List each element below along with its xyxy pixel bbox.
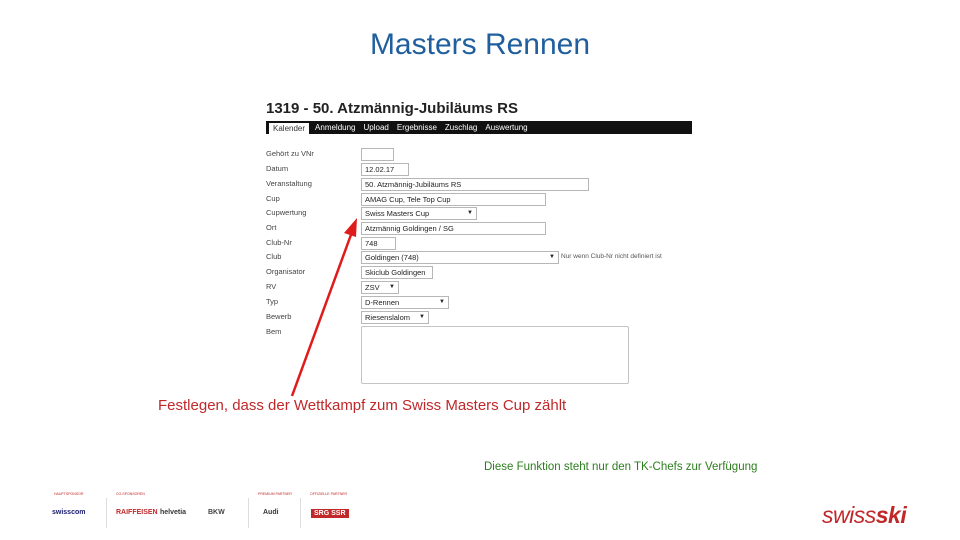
datum-input[interactable]: 12.02.17 [361,163,409,176]
row-rv: RV ZSV ▼ [266,281,692,294]
veranstaltung-input[interactable]: 50. Atzmännig-Jubiläums RS [361,178,589,191]
gehoert-zu-vnr-label: Gehört zu VNr [266,149,314,158]
cupwertung-label: Cupwertung [266,208,307,217]
sponsor-caption-official: OFFIZIELLE PARTNER [310,492,348,496]
row-gehoert-zu-vnr: Gehört zu VNr [266,148,692,161]
tab-bar: Kalender Anmeldung Upload Ergebnisse Zus… [266,121,692,134]
rv-value: ZSV [365,283,380,292]
typ-label: Typ [266,297,279,306]
chevron-down-icon: ▼ [389,284,395,290]
chevron-down-icon: ▼ [419,314,425,320]
chevron-down-icon: ▼ [439,299,445,305]
row-cup: Cup AMAG Cup, Tele Top Cup [266,193,692,206]
club-nr-label: Club-Nr [266,238,292,247]
organisator-input[interactable]: Skiclub Goldingen [361,266,433,279]
typ-select[interactable]: D-Rennen ▼ [361,296,449,309]
srg-ssr-logo: SRG SSR [311,509,349,518]
bewerb-value: Riesenslalom [365,313,411,322]
raiffeisen-logo: RAIFFEISEN [116,509,158,516]
row-club: Club Goldingen (748) ▼ Nur wenn Club-Nr … [266,251,692,264]
sponsor-divider [106,498,107,528]
chevron-down-icon: ▼ [467,210,473,216]
cup-input[interactable]: AMAG Cup, Tele Top Cup [361,193,546,206]
club-value: Goldingen (748) [365,253,419,262]
sponsor-bar: HAUPTSPONSOR CO-SPONSOREN PREMIUM PARTNE… [0,492,700,532]
sponsor-caption-premium: PREMIUM PARTNER [258,492,292,496]
cupwertung-value: Swiss Masters Cup [365,209,430,218]
bem-label: Bem [266,327,282,336]
tab-kalender[interactable]: Kalender [269,122,310,134]
sponsor-divider [248,498,249,528]
sponsor-caption-main: HAUPTSPONSOR [54,492,84,496]
row-bewerb: Bewerb Riesenslalom ▼ [266,311,692,324]
club-label: Club [266,252,282,261]
datum-label: Datum [266,164,289,173]
sponsor-divider [300,498,301,528]
row-organisator: Organisator Skiclub Goldingen [266,266,692,279]
tab-anmeldung[interactable]: Anmeldung [311,121,359,134]
annotation-text: Festlegen, dass der Wettkampf zum Swiss … [158,397,567,414]
bkw-logo: BKW [208,509,225,516]
brand-prefix: swiss [822,502,876,528]
typ-value: D-Rennen [365,298,400,307]
row-typ: Typ D-Rennen ▼ [266,296,692,309]
organisator-label: Organisator [266,267,306,276]
sponsor-caption-co: CO-SPONSOREN [116,492,145,496]
audi-logo: Audi [263,509,279,516]
form-screenshot: 1319 - 50. Atzmännig-Jubiläums RS Kalend… [266,100,692,385]
slide-title: Masters Rennen [369,28,591,61]
tab-ergebnisse[interactable]: Ergebnisse [393,121,441,134]
club-select[interactable]: Goldingen (748) ▼ [361,251,559,264]
tab-zuschlag[interactable]: Zuschlag [441,121,481,134]
row-ort: Ort Atzmännig Goldingen / SG [266,222,692,235]
veranstaltung-label: Veranstaltung [266,179,312,188]
cupwertung-select[interactable]: Swiss Masters Cup ▼ [361,207,477,220]
swisscom-logo: swisscom [52,509,86,516]
bewerb-label: Bewerb [266,312,292,321]
chevron-down-icon: ▼ [549,254,555,260]
ort-input[interactable]: Atzmännig Goldingen / SG [361,222,546,235]
brand-suffix: ski [875,502,907,528]
tab-upload[interactable]: Upload [360,121,393,134]
form-heading: 1319 - 50. Atzmännig-Jubiläums RS [266,100,519,117]
cup-label: Cup [266,194,280,203]
bem-textarea[interactable] [361,326,629,384]
swiss-ski-logo: swissski [822,502,907,529]
club-nr-input[interactable]: 748 [361,237,396,250]
row-club-nr: Club-Nr 748 [266,237,692,250]
rv-label: RV [266,282,277,291]
row-veranstaltung: Veranstaltung 50. Atzmännig-Jubiläums RS [266,178,692,191]
row-datum: Datum 12.02.17 [266,163,692,176]
club-hint: Nur wenn Club-Nr nicht definiert ist [561,253,662,260]
bewerb-select[interactable]: Riesenslalom ▼ [361,311,429,324]
ort-label: Ort [266,223,277,232]
rv-select[interactable]: ZSV ▼ [361,281,399,294]
tab-auswertung[interactable]: Auswertung [481,121,531,134]
helvetia-logo: helvetia [160,509,187,516]
row-cupwertung: Cupwertung Swiss Masters Cup ▼ [266,207,692,220]
tk-chef-note: Diese Funktion steht nur den TK-Chefs zu… [484,461,758,473]
gehoert-zu-vnr-input[interactable] [361,148,394,161]
